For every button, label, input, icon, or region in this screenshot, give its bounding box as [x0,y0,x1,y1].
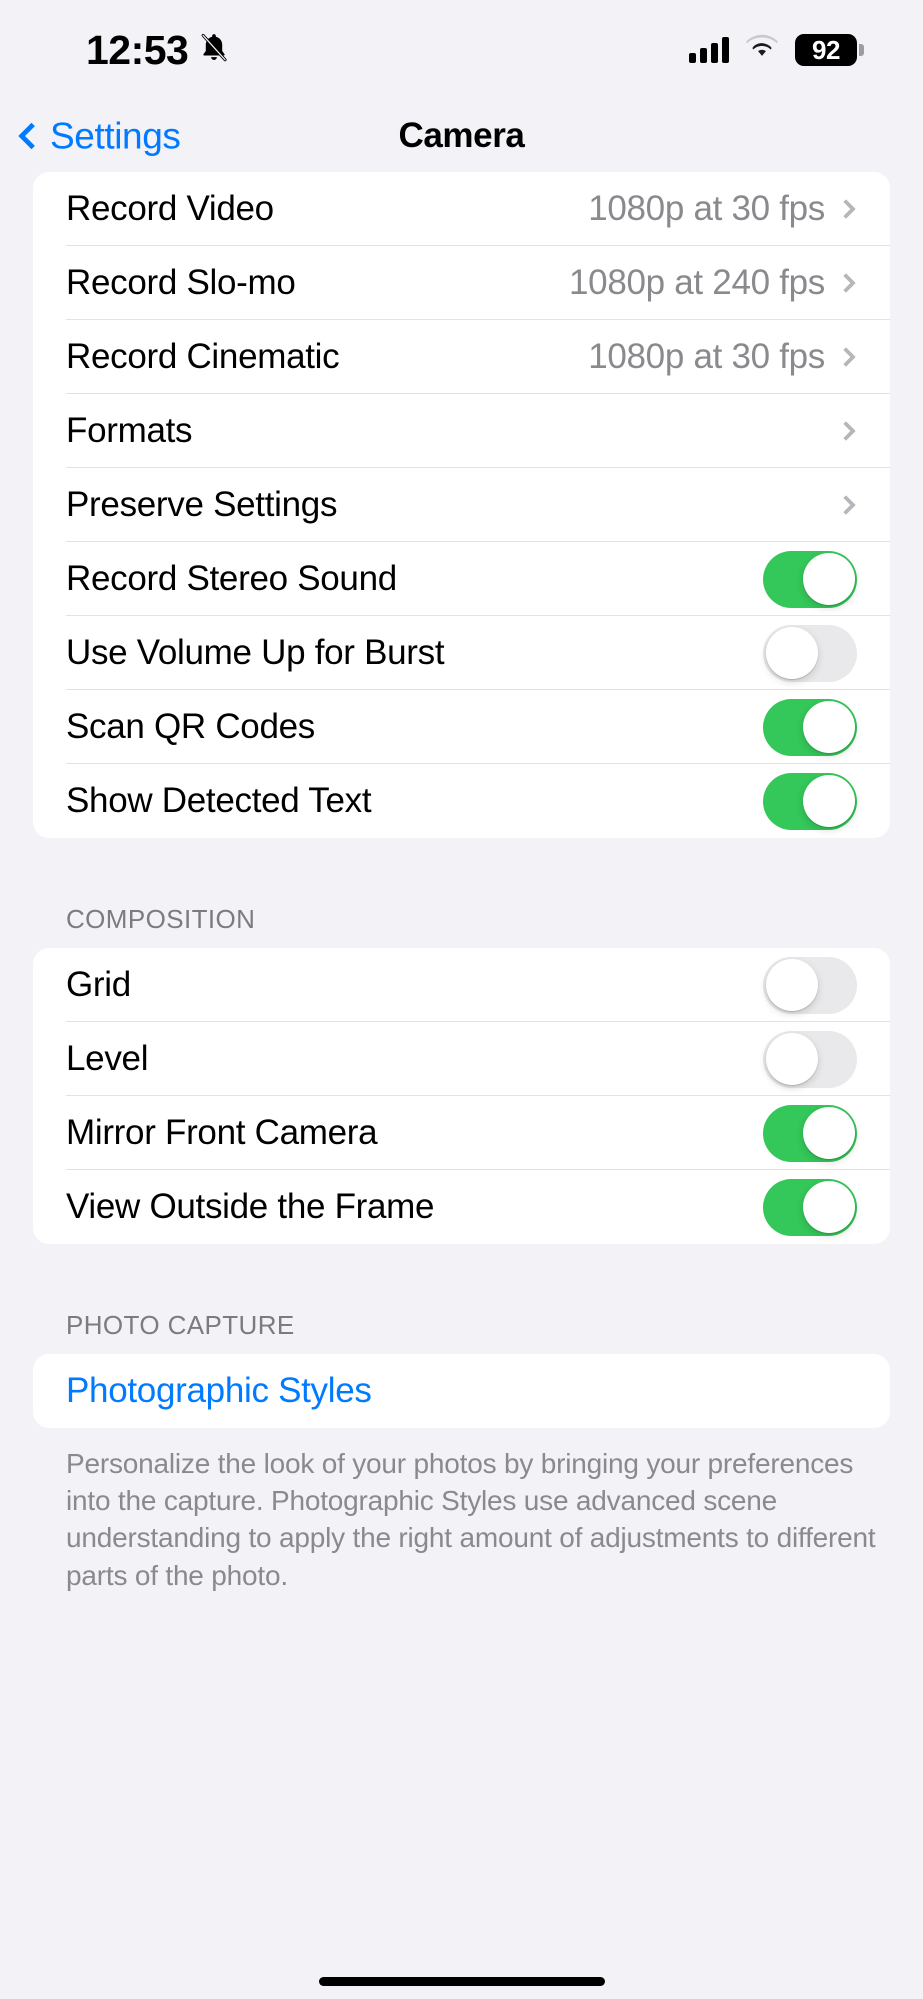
chevron-right-icon [836,199,856,219]
settings-row-value: 1080p at 30 fps [588,337,825,376]
settings-row-label: Show Detected Text [66,781,372,820]
settings-row[interactable]: Record Stereo Sound [33,542,890,616]
settings-row-accessory [763,1030,857,1088]
settings-row-label: View Outside the Frame [66,1187,435,1226]
toggle-switch[interactable] [763,550,857,608]
settings-row[interactable]: Record Slo-mo 1080p at 240 fps [33,246,890,320]
settings-row-accessory: 1080p at 30 fps [588,337,857,377]
toggle-knob [765,627,818,679]
settings-card: Photographic Styles [33,1354,890,1428]
status-bar-right: 92 [689,34,864,67]
settings-row-label: Formats [66,411,193,450]
settings-row-label: Record Cinematic [66,337,340,376]
settings-row[interactable]: View Outside the Frame [33,1170,890,1244]
page-title: Camera [398,116,525,155]
settings-row[interactable]: Formats [33,394,890,468]
settings-card: Record Video 1080p at 30 fps Record Slo-mo… [33,172,890,838]
settings-row[interactable]: Photographic Styles [33,1354,890,1428]
toggle-switch[interactable] [763,1030,857,1088]
wifi-icon [743,34,781,67]
status-bar-left: 12:53 [86,26,231,73]
toggle-switch[interactable] [763,1104,857,1162]
settings-row-value: 1080p at 30 fps [588,189,825,228]
battery-indicator: 92 [795,34,864,66]
settings-row-label: Photographic Styles [66,1371,372,1410]
chevron-right-icon [836,421,856,441]
settings-row-label: Preserve Settings [66,485,338,524]
settings-row[interactable]: Record Cinematic 1080p at 30 fps [33,320,890,394]
settings-section: COMPOSITION Grid Level Mirror Front Camera V… [0,838,923,1244]
chevron-right-icon [836,495,856,515]
settings-row[interactable]: Level [33,1022,890,1096]
settings-row-label: Use Volume Up for Burst [66,633,445,672]
settings-row[interactable]: Grid [33,948,890,1022]
settings-row[interactable]: Preserve Settings [33,468,890,542]
section-footer-note: Personalize the look of your photos by b… [66,1448,876,1591]
settings-row[interactable]: Scan QR Codes [33,690,890,764]
toggle-switch[interactable] [763,956,857,1014]
status-time: 12:53 [86,26,189,73]
settings-row-accessory: 1080p at 30 fps [588,189,857,229]
toggle-knob [765,1033,818,1085]
settings-row-value: 1080p at 240 fps [569,263,825,302]
home-indicator [318,1977,605,1986]
settings-row[interactable]: Mirror Front Camera [33,1096,890,1170]
section-header: PHOTO CAPTURE [66,1310,295,1340]
settings-row-accessory [836,421,857,441]
settings-row-accessory [763,550,857,608]
settings-row-accessory [763,698,857,756]
toggle-switch[interactable] [763,624,857,682]
settings-row[interactable]: Use Volume Up for Burst [33,616,890,690]
chevron-right-icon [836,273,856,293]
toggle-knob [802,1181,855,1233]
settings-section: PHOTO CAPTURE Photographic Styles Personal… [0,1244,923,1594]
settings-list: Record Video 1080p at 30 fps Record Slo-mo… [0,172,923,1594]
settings-row-accessory [763,624,857,682]
settings-row-label: Record Video [66,189,274,228]
toggle-knob [802,553,855,605]
status-bar: 12:53 92 [0,0,923,100]
toggle-knob [802,701,855,753]
toggle-switch[interactable] [763,772,857,830]
settings-row-accessory [763,772,857,830]
settings-row-accessory [763,1178,857,1236]
settings-row[interactable]: Show Detected Text [33,764,890,838]
settings-row-label: Grid [66,965,131,1004]
settings-row-label: Record Slo-mo [66,263,296,302]
cellular-signal-icon [689,37,729,63]
bell-slash-icon [197,31,231,70]
settings-row-accessory [763,1104,857,1162]
battery-level-label: 92 [812,35,840,65]
toggle-knob [802,1107,855,1159]
settings-row-label: Record Stereo Sound [66,559,397,598]
toggle-knob [765,959,818,1011]
settings-row-label: Level [66,1039,149,1078]
settings-card: Grid Level Mirror Front Camera View Outside… [33,948,890,1244]
toggle-switch[interactable] [763,698,857,756]
toggle-switch[interactable] [763,1178,857,1236]
navigation-bar: Settings Camera [0,100,923,172]
toggle-knob [802,775,855,827]
settings-row-accessory [836,495,857,515]
settings-row-label: Scan QR Codes [66,707,315,746]
settings-row-accessory: 1080p at 240 fps [569,263,857,303]
section-header: COMPOSITION [66,904,256,934]
settings-row-label: Mirror Front Camera [66,1113,378,1152]
settings-row[interactable]: Record Video 1080p at 30 fps [33,172,890,246]
settings-row-accessory [763,956,857,1014]
settings-section: Record Video 1080p at 30 fps Record Slo-mo… [0,172,923,838]
chevron-right-icon [836,347,856,367]
